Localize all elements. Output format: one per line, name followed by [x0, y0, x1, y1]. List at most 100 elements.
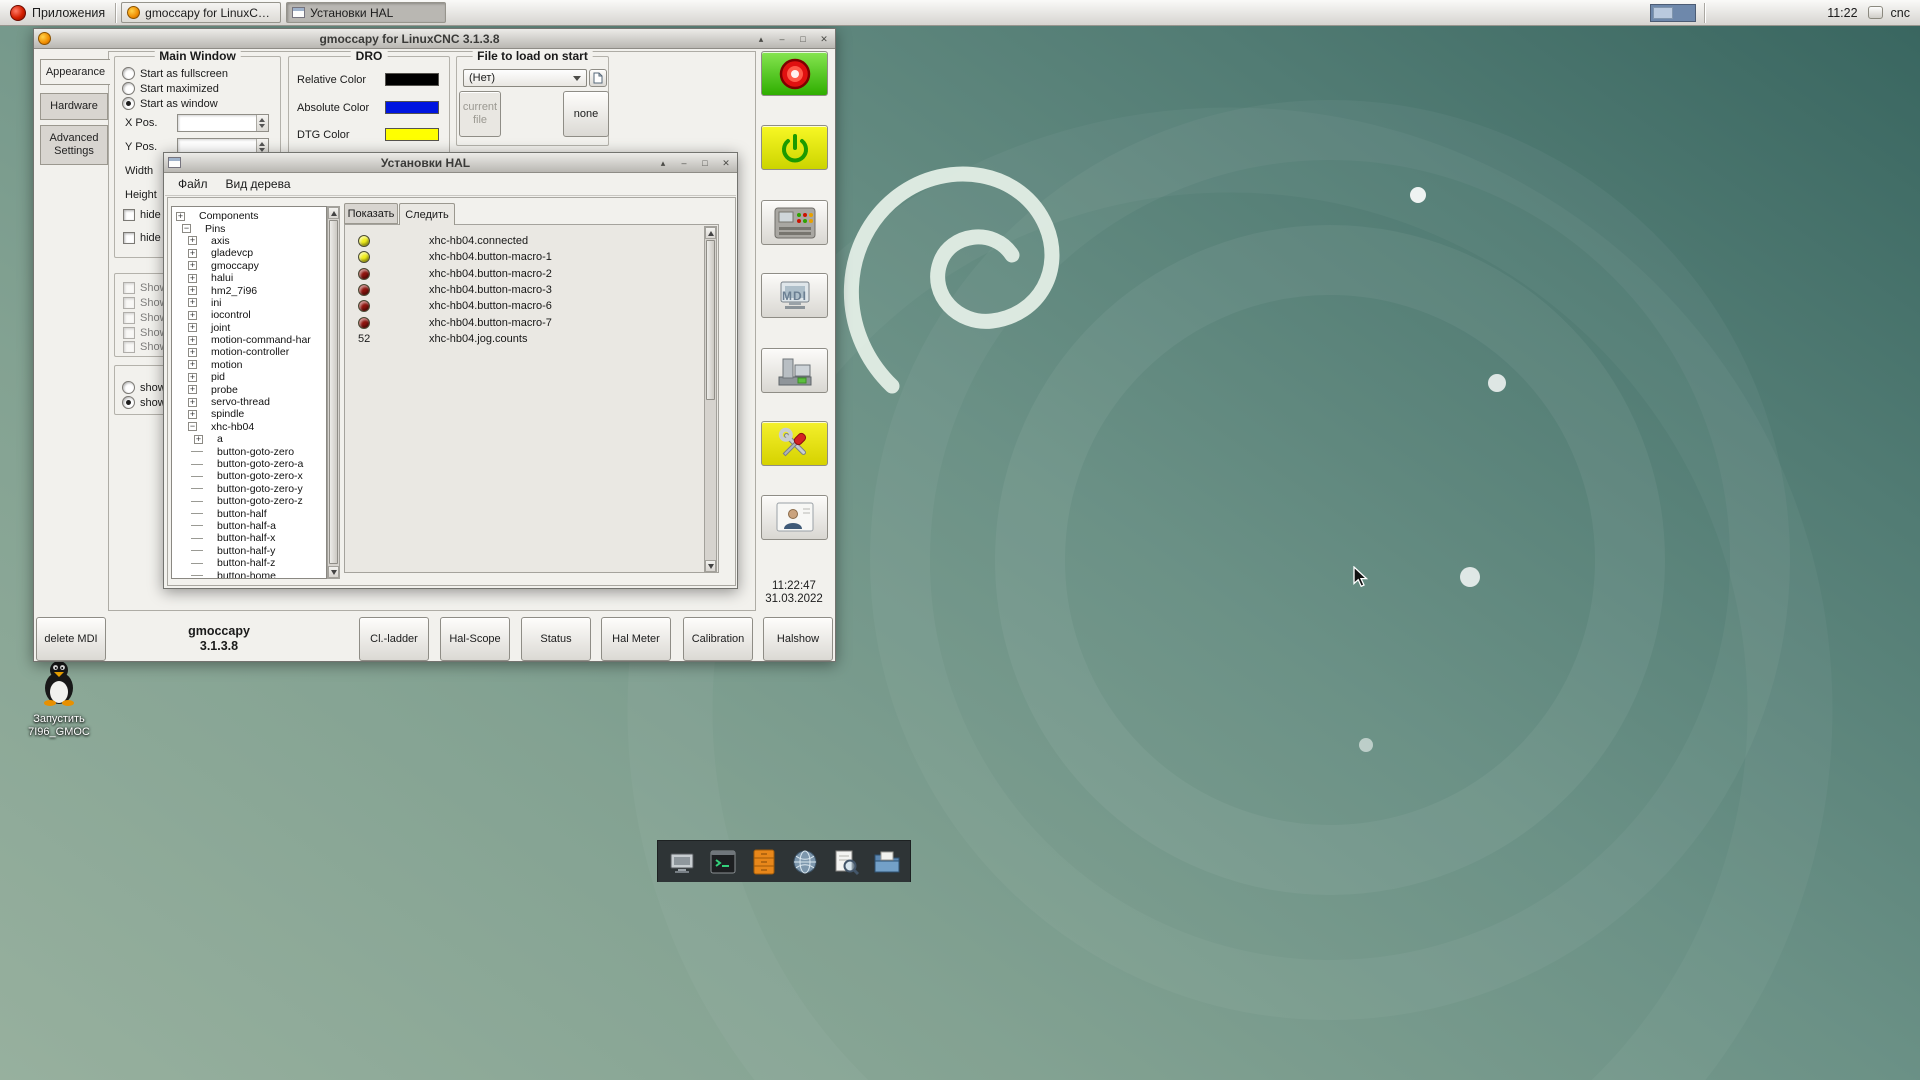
- tab-show[interactable]: Показать: [344, 203, 398, 224]
- tab-watch[interactable]: Следить: [399, 203, 455, 225]
- tree-item[interactable]: servo-thread: [172, 396, 326, 408]
- shade-icon[interactable]: ▴: [656, 156, 670, 170]
- terminal-icon[interactable]: [707, 846, 739, 878]
- relative-color-swatch[interactable]: [385, 73, 439, 86]
- delete-mdi-button[interactable]: delete MDI: [36, 617, 106, 661]
- show-option-checkbox[interactable]: Show: [123, 297, 168, 309]
- tree-item[interactable]: axis: [172, 235, 326, 247]
- web-browser-icon[interactable]: [789, 846, 821, 878]
- tree-item[interactable]: a: [172, 433, 326, 445]
- absolute-color-swatch[interactable]: [385, 101, 439, 114]
- hal-meter-button[interactable]: Hal Meter: [601, 617, 671, 661]
- expander-collapsed-icon[interactable]: [188, 323, 197, 332]
- tab-advanced-settings[interactable]: Advanced Settings: [40, 125, 108, 165]
- radio-start-maximized[interactable]: Start maximized: [122, 82, 219, 95]
- tree-item[interactable]: Components: [172, 210, 326, 222]
- tree-item[interactable]: button-goto-zero-a: [172, 458, 326, 470]
- watch-row[interactable]: xhc-hb04.button-macro-1: [345, 249, 718, 265]
- scrollbar-thumb[interactable]: [329, 220, 338, 564]
- tree-item[interactable]: ini: [172, 297, 326, 309]
- show-option-checkbox[interactable]: Show: [123, 341, 168, 353]
- tree-item[interactable]: button-goto-zero: [172, 445, 326, 457]
- scrollbar-thumb[interactable]: [706, 240, 715, 400]
- expander-collapsed-icon[interactable]: [188, 336, 197, 345]
- tree-item[interactable]: pid: [172, 371, 326, 383]
- tree-item[interactable]: button-goto-zero-y: [172, 483, 326, 495]
- expander-collapsed-icon[interactable]: [188, 385, 197, 394]
- watch-row[interactable]: xhc-hb04.button-macro-7: [345, 314, 718, 330]
- screenshot-tool-icon[interactable]: [830, 846, 862, 878]
- expander-collapsed-icon[interactable]: [188, 410, 197, 419]
- watch-row[interactable]: xhc-hb04.button-macro-3: [345, 282, 718, 298]
- expander-collapsed-icon[interactable]: [188, 236, 197, 245]
- tree-item[interactable]: hm2_7i96: [172, 284, 326, 296]
- tree-item[interactable]: Pins: [172, 222, 326, 234]
- tree-scrollbar[interactable]: [327, 206, 340, 579]
- hal-scope-button[interactable]: Hal-Scope: [440, 617, 510, 661]
- x-pos-spinbox[interactable]: [177, 114, 269, 132]
- settings-button[interactable]: [761, 200, 828, 245]
- classic-ladder-button[interactable]: Cl.-ladder: [359, 617, 429, 661]
- calibration-button[interactable]: Calibration: [683, 617, 753, 661]
- expander-collapsed-icon[interactable]: [188, 360, 197, 369]
- tree-item[interactable]: gladevcp: [172, 247, 326, 259]
- minimize-icon[interactable]: –: [677, 156, 691, 170]
- tree-item[interactable]: joint: [172, 322, 326, 334]
- taskbar-item-halshow[interactable]: Установки HAL: [286, 2, 446, 23]
- tools-button[interactable]: [761, 421, 828, 466]
- tree-item[interactable]: probe: [172, 383, 326, 395]
- tree-item[interactable]: iocontrol: [172, 309, 326, 321]
- tree-item[interactable]: motion: [172, 359, 326, 371]
- expander-collapsed-icon[interactable]: [176, 212, 185, 221]
- watch-row[interactable]: xhc-hb04.button-macro-2: [345, 266, 718, 282]
- scroll-down-icon[interactable]: [705, 560, 716, 572]
- expander-collapsed-icon[interactable]: [188, 261, 197, 270]
- tab-appearance[interactable]: Appearance: [40, 59, 110, 85]
- expander-collapsed-icon[interactable]: [188, 373, 197, 382]
- tree-item[interactable]: button-half-x: [172, 532, 326, 544]
- expander-collapsed-icon[interactable]: [188, 298, 197, 307]
- dtg-color-swatch[interactable]: [385, 128, 439, 141]
- file-combo[interactable]: (Нет): [463, 69, 587, 87]
- show-desktop-icon[interactable]: [666, 846, 698, 878]
- file-cabinet-icon[interactable]: [748, 846, 780, 878]
- tree-item[interactable]: button-goto-zero-x: [172, 470, 326, 482]
- tree-item[interactable]: motion-command-har: [172, 334, 326, 346]
- expander-collapsed-icon[interactable]: [188, 286, 197, 295]
- tree-item[interactable]: motion-controller: [172, 346, 326, 358]
- expander-collapsed-icon[interactable]: [188, 311, 197, 320]
- show-option-checkbox[interactable]: Show: [123, 312, 168, 324]
- show-radio-1[interactable]: show: [122, 381, 166, 394]
- tree-item[interactable]: button-half-a: [172, 520, 326, 532]
- watch-row[interactable]: 52xhc-hb04.jog.counts: [345, 331, 718, 347]
- hide-tooltips-checkbox[interactable]: hide t: [123, 232, 167, 244]
- operator-button[interactable]: [761, 495, 828, 540]
- show-radio-2[interactable]: show: [122, 396, 166, 409]
- tree-item[interactable]: button-half-z: [172, 557, 326, 569]
- tree-item[interactable]: button-goto-zero-z: [172, 495, 326, 507]
- expander-collapsed-icon[interactable]: [188, 348, 197, 357]
- watch-row[interactable]: xhc-hb04.connected: [345, 233, 718, 249]
- radio-start-fullscreen[interactable]: Start as fullscreen: [122, 67, 228, 80]
- mdi-button[interactable]: MDI: [761, 273, 828, 318]
- machine-on-button[interactable]: [761, 125, 828, 170]
- workspace-switcher[interactable]: [1650, 4, 1696, 22]
- file-chooser-button[interactable]: [589, 69, 607, 87]
- tree-item[interactable]: xhc-hb04: [172, 421, 326, 433]
- expander-collapsed-icon[interactable]: [194, 435, 203, 444]
- applications-menu[interactable]: Приложения: [0, 0, 115, 25]
- radio-start-as-window[interactable]: Start as window: [122, 97, 218, 110]
- none-button[interactable]: none: [563, 91, 609, 137]
- expander-collapsed-icon[interactable]: [188, 249, 197, 258]
- tree-item[interactable]: button-half-y: [172, 545, 326, 557]
- watch-scrollbar[interactable]: [704, 226, 717, 573]
- show-option-checkbox[interactable]: Show: [123, 282, 168, 294]
- menu-file[interactable]: Файл: [169, 174, 217, 194]
- estop-button[interactable]: [761, 51, 828, 96]
- tab-hardware[interactable]: Hardware: [40, 93, 108, 120]
- halshow-button[interactable]: Halshow: [763, 617, 833, 661]
- current-file-button[interactable]: current file: [459, 91, 501, 137]
- taskbar-item-gmoccapy[interactable]: gmoccapy for LinuxCNC...: [121, 2, 281, 23]
- expander-expanded-icon[interactable]: [182, 224, 191, 233]
- desktop-launcher-7i96[interactable]: Запустить 7I96_GMOC: [24, 658, 94, 739]
